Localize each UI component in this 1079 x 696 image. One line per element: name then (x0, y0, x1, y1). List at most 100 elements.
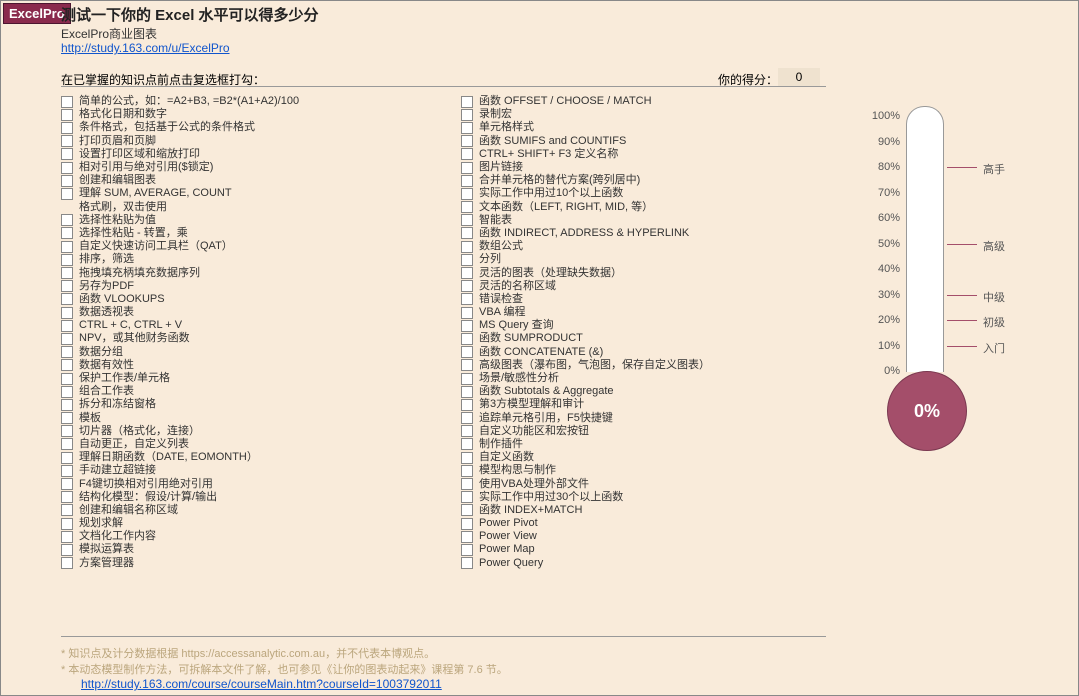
checkbox[interactable] (61, 254, 73, 266)
checklist-label: VBA 编程 (479, 306, 525, 319)
checklist-item: 函数 VLOOKUPS (61, 293, 431, 306)
checkbox[interactable] (461, 175, 473, 187)
checkbox[interactable] (461, 201, 473, 213)
checkbox[interactable] (461, 452, 473, 464)
checklist-label: 模板 (79, 412, 101, 425)
checkbox[interactable] (461, 399, 473, 411)
checkbox[interactable] (461, 465, 473, 477)
checkbox[interactable] (61, 504, 73, 516)
checkbox[interactable] (61, 425, 73, 437)
checkbox[interactable] (61, 135, 73, 147)
checkbox[interactable] (61, 386, 73, 398)
checklist-label: 理解 SUM, AVERAGE, COUNT (79, 187, 232, 200)
checkbox[interactable] (461, 214, 473, 226)
checkbox[interactable] (461, 478, 473, 490)
checkbox[interactable] (461, 96, 473, 108)
checkbox[interactable] (61, 293, 73, 305)
checkbox[interactable] (461, 109, 473, 121)
checkbox[interactable] (461, 333, 473, 345)
checkbox[interactable] (61, 162, 73, 174)
checklist-item: Power Pivot (461, 517, 831, 530)
checklist-label: Power View (479, 530, 537, 543)
checkbox[interactable] (461, 135, 473, 147)
checkbox[interactable] (461, 531, 473, 543)
checkbox[interactable] (61, 175, 73, 187)
checkbox[interactable] (61, 518, 73, 530)
checklist-label: 图片链接 (479, 161, 523, 174)
checklist-item: 函数 SUMIFS and COUNTIFS (461, 135, 831, 148)
checklist-item: 理解日期函数（DATE, EOMONTH） (61, 451, 431, 464)
checkbox[interactable] (461, 162, 473, 174)
checkbox[interactable] (461, 518, 473, 530)
checkbox[interactable] (461, 557, 473, 569)
checkbox[interactable] (461, 425, 473, 437)
checkbox[interactable] (461, 307, 473, 319)
course-link[interactable]: http://study.163.com/course/courseMain.h… (81, 677, 442, 691)
checkbox[interactable] (61, 531, 73, 543)
checklist-label: 函数 VLOOKUPS (79, 293, 165, 306)
checkbox[interactable] (61, 346, 73, 358)
checkbox[interactable] (461, 267, 473, 279)
checkbox[interactable] (61, 280, 73, 292)
checkbox[interactable] (461, 188, 473, 200)
checklist-item: 灵活的名称区域 (461, 280, 831, 293)
checkbox[interactable] (61, 307, 73, 319)
checkbox[interactable] (61, 491, 73, 503)
author-link[interactable]: http://study.163.com/u/ExcelPro (61, 41, 230, 55)
checkbox[interactable] (61, 227, 73, 239)
checklist-item: 设置打印区域和缩放打印 (61, 148, 431, 161)
checkbox[interactable] (461, 504, 473, 516)
checkbox[interactable] (61, 333, 73, 345)
checkbox[interactable] (461, 122, 473, 134)
checkbox[interactable] (61, 452, 73, 464)
checkbox[interactable] (461, 373, 473, 385)
author-line: ExcelPro商业图表 (61, 25, 157, 42)
checkbox[interactable] (61, 109, 73, 121)
checkbox[interactable] (61, 96, 73, 108)
checklist-label: 选择性粘贴为值 (79, 214, 156, 227)
checklist-label: 实际工作中用过30个以上函数 (479, 491, 623, 504)
checkbox[interactable] (461, 359, 473, 371)
checkbox[interactable] (61, 544, 73, 556)
checklist-label: 保护工作表/单元格 (79, 372, 170, 385)
checkbox[interactable] (461, 293, 473, 305)
checkbox[interactable] (61, 148, 73, 160)
checklist-label: 自动更正，自定义列表 (79, 438, 189, 451)
checkbox[interactable] (461, 280, 473, 292)
checkbox[interactable] (61, 399, 73, 411)
checkbox[interactable] (61, 241, 73, 253)
checkbox[interactable] (61, 122, 73, 134)
checklist-label: CTRL + C, CTRL + V (79, 319, 182, 332)
checkbox[interactable] (461, 227, 473, 239)
checklist-item: 规划求解 (61, 517, 431, 530)
checkbox[interactable] (461, 241, 473, 253)
checklist-item: 模板 (61, 412, 431, 425)
checklist-label: 拖拽填充柄填充数据序列 (79, 267, 200, 280)
level-mark (947, 295, 977, 296)
checkbox[interactable] (61, 267, 73, 279)
checkbox[interactable] (461, 412, 473, 424)
checkbox[interactable] (461, 320, 473, 332)
checkbox[interactable] (461, 346, 473, 358)
checklist-label: 函数 SUMIFS and COUNTIFS (479, 135, 626, 148)
checkbox[interactable] (461, 148, 473, 160)
checkbox[interactable] (61, 478, 73, 490)
checkbox[interactable] (461, 491, 473, 503)
checkbox[interactable] (61, 373, 73, 385)
checkbox[interactable] (61, 359, 73, 371)
checkbox[interactable] (61, 214, 73, 226)
checkbox[interactable] (61, 412, 73, 424)
checkbox[interactable] (461, 254, 473, 266)
checkbox[interactable] (461, 544, 473, 556)
checklist-label: 数组公式 (479, 240, 523, 253)
checkbox[interactable] (61, 557, 73, 569)
checkbox[interactable] (461, 386, 473, 398)
checkbox[interactable] (461, 438, 473, 450)
checklist-item: Power Map (461, 543, 831, 556)
tick-label: 80% (860, 161, 900, 173)
checkbox[interactable] (61, 438, 73, 450)
level-mark (947, 346, 977, 347)
checkbox[interactable] (61, 188, 73, 200)
checkbox[interactable] (61, 465, 73, 477)
checkbox[interactable] (61, 320, 73, 332)
